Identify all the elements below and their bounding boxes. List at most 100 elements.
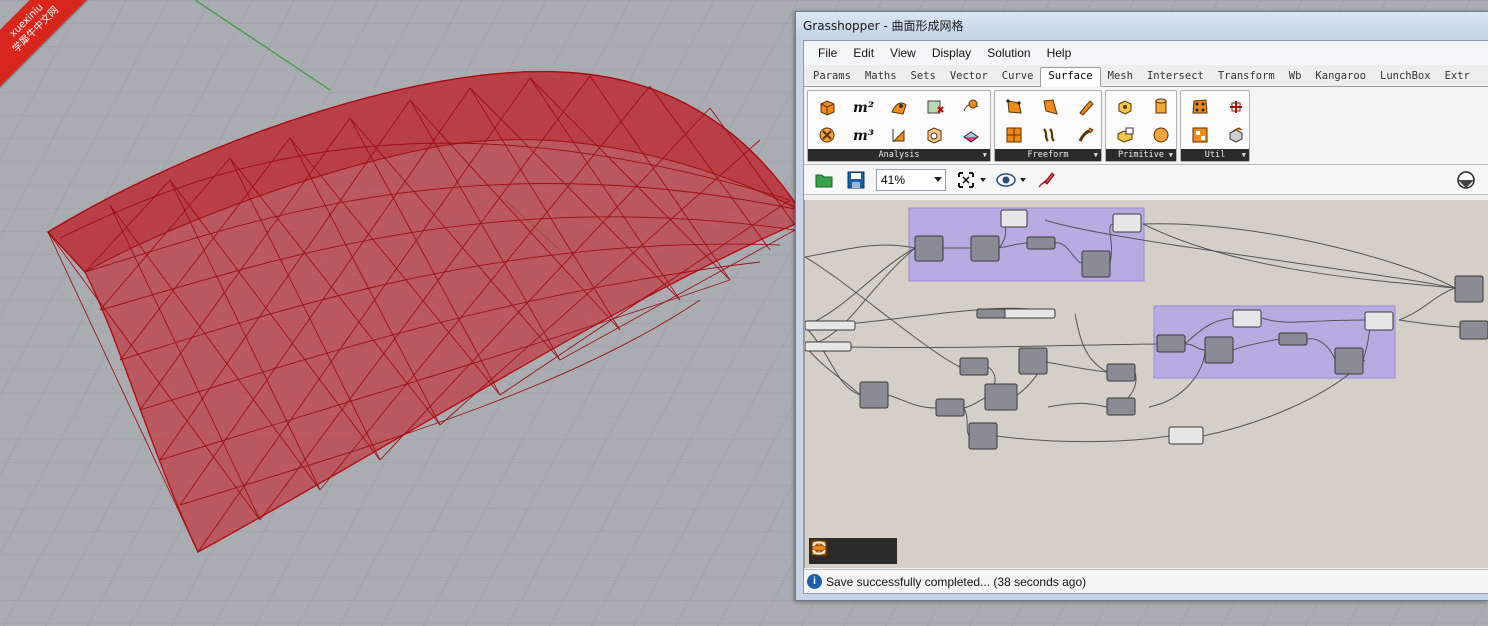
window-titlebar[interactable]: Grasshopper - 曲面形成网格 [796, 12, 1488, 39]
component-node[interactable] [968, 422, 998, 450]
component-node[interactable] [1081, 250, 1111, 278]
four-point-surface-icon[interactable] [997, 93, 1031, 120]
grasshopper-client: File Edit View Display Solution Help Par… [803, 40, 1488, 594]
status-message: Save successfully completed... (38 secon… [826, 574, 1087, 589]
panel-label-analysis: Analysis ▼ [808, 149, 990, 161]
component-node[interactable] [970, 235, 1000, 262]
evaluate-surface-icon[interactable] [882, 93, 916, 120]
component-node[interactable] [1459, 320, 1488, 340]
sync-icon[interactable] [812, 540, 892, 562]
tab-surface[interactable]: Surface [1040, 67, 1101, 87]
component-node[interactable] [935, 398, 965, 417]
component-node[interactable] [1454, 275, 1484, 303]
panel-node[interactable] [1364, 311, 1394, 331]
surface-from-points-icon[interactable] [1033, 93, 1067, 120]
tab-transform[interactable]: Transform [1211, 70, 1282, 86]
menu-view[interactable]: View [882, 44, 924, 62]
panel-node[interactable] [1168, 426, 1204, 445]
menu-edit[interactable]: Edit [845, 44, 882, 62]
display-mode-icon[interactable] [1454, 168, 1478, 192]
box-properties-icon[interactable] [810, 93, 844, 120]
canvas-toolbar: 41% [804, 165, 1488, 195]
network-surface-icon[interactable] [997, 121, 1031, 148]
tab-kangaroo[interactable]: Kangaroo [1308, 70, 1373, 86]
chevron-down-icon [934, 176, 942, 182]
component-node[interactable] [1106, 363, 1136, 382]
preview-eye-icon[interactable] [994, 168, 1018, 192]
tab-wb[interactable]: Wb [1282, 70, 1309, 86]
surface-frames-icon[interactable] [1183, 121, 1217, 148]
tab-extra[interactable]: Extr [1438, 70, 1477, 86]
loft-icon[interactable] [1033, 121, 1067, 148]
window-title: Grasshopper - 曲面形成网格 [803, 19, 964, 33]
zoom-level-select[interactable]: 41% [876, 168, 946, 191]
chevron-down-icon[interactable] [1020, 177, 1026, 182]
brep-join-icon[interactable] [1219, 121, 1253, 148]
tab-sets[interactable]: Sets [904, 70, 943, 86]
tab-params[interactable]: Params [806, 70, 858, 86]
slider-handle[interactable] [976, 308, 1006, 319]
tab-intersect[interactable]: Intersect [1140, 70, 1211, 86]
component-node[interactable] [1334, 347, 1364, 375]
point-in-brep-icon[interactable] [918, 121, 952, 148]
cylinder-icon[interactable] [1144, 93, 1178, 120]
sketch-pen-icon[interactable] [1034, 168, 1058, 192]
chevron-down-icon[interactable] [980, 177, 986, 182]
panel-analysis: m² m³ Analysis ▼ [807, 90, 991, 162]
number-slider[interactable] [805, 341, 852, 352]
component-node[interactable] [1156, 334, 1186, 353]
sphere-icon[interactable] [1144, 121, 1178, 148]
component-node[interactable] [1018, 347, 1048, 375]
volume-icon[interactable]: m³ [846, 121, 880, 148]
zoom-extents-icon[interactable] [954, 168, 978, 192]
status-bar: i Save successfully completed... (38 sec… [804, 569, 1488, 593]
dimensions-icon[interactable] [882, 121, 916, 148]
panel-node[interactable] [1000, 209, 1028, 228]
component-node[interactable] [1204, 336, 1234, 364]
menu-display[interactable]: Display [924, 44, 979, 62]
panel-label-util: Util ▼ [1181, 149, 1249, 161]
component-node[interactable] [1026, 236, 1056, 250]
box-icon[interactable] [1108, 93, 1142, 120]
bounding-box-icon[interactable] [1108, 121, 1142, 148]
menu-solution[interactable]: Solution [979, 44, 1038, 62]
extrude-icon[interactable] [1069, 93, 1103, 120]
panel-node[interactable] [1232, 309, 1262, 328]
tab-maths[interactable]: Maths [858, 70, 904, 86]
isotrim-icon[interactable] [1219, 93, 1253, 120]
mesh-grid-icon[interactable] [811, 540, 864, 562]
area-icon[interactable]: m² [846, 93, 880, 120]
sweep-icon[interactable] [1069, 121, 1103, 148]
component-node[interactable] [984, 383, 1018, 411]
number-slider[interactable] [805, 320, 856, 331]
svg-text:m²: m² [853, 100, 874, 116]
component-ribbon: m² m³ Analysis ▼ Freeform ▼ Primitive ▼ … [804, 87, 1488, 165]
menu-help[interactable]: Help [1039, 44, 1080, 62]
menu-bar: File Edit View Display Solution Help [804, 41, 1488, 65]
grasshopper-window[interactable]: Grasshopper - 曲面形成网格 File Edit View Disp… [795, 11, 1488, 601]
open-file-icon[interactable] [812, 168, 836, 192]
panel-node[interactable] [1112, 213, 1142, 233]
panel-label-freeform: Freeform ▼ [995, 149, 1101, 161]
component-node[interactable] [1106, 397, 1136, 416]
components[interactable] [805, 209, 1488, 450]
deconstruct-brep-icon[interactable] [954, 121, 988, 148]
brep-closest-point-icon[interactable] [810, 121, 844, 148]
tab-curve[interactable]: Curve [995, 70, 1041, 86]
surface-closest-point-icon[interactable] [954, 93, 988, 120]
tab-lunchbox[interactable]: LunchBox [1373, 70, 1438, 86]
component-node[interactable] [914, 235, 944, 262]
save-file-icon[interactable] [844, 168, 868, 192]
menu-file[interactable]: File [810, 44, 845, 62]
component-node[interactable] [1278, 332, 1308, 346]
component-node[interactable] [959, 357, 989, 376]
tab-vector[interactable]: Vector [943, 70, 995, 86]
panel-util: Util ▼ [1180, 90, 1250, 162]
component-node[interactable] [859, 381, 889, 409]
panel-label-primitive: Primitive ▼ [1106, 149, 1176, 161]
divide-surface-icon[interactable] [1183, 93, 1217, 120]
is-planar-icon[interactable] [918, 93, 952, 120]
graph-canvas[interactable] [804, 200, 1488, 568]
tab-mesh[interactable]: Mesh [1101, 70, 1140, 86]
graph-canvas-drawing [805, 207, 1488, 450]
